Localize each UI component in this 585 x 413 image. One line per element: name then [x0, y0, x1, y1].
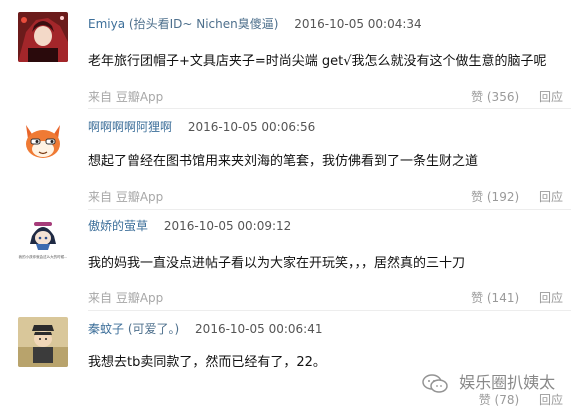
- comment-header: 傲娇的萤草 2016-10-05 00:09:12: [88, 215, 291, 237]
- comment-time: 2016-10-05 00:06:56: [187, 120, 316, 134]
- like-button[interactable]: 赞 (78): [479, 393, 519, 407]
- username[interactable]: Emiya: [88, 17, 125, 31]
- comment-header: 啊啊啊啊阿狸啊 2016-10-05 00:06:56: [88, 116, 315, 138]
- comment-text: 老年旅行团帽子+文具店夹子=时尚尖端 get√我怎么就没有这个做生意的脑子呢: [88, 54, 547, 69]
- watermark: 娱乐圈扒姨太: [422, 372, 555, 394]
- comment-header: Emiya (抬头看ID~ Nichen臭傻逼) 2016-10-05 00:0…: [88, 13, 422, 35]
- avatar[interactable]: [18, 12, 68, 62]
- username[interactable]: 啊啊啊啊阿狸啊: [88, 120, 172, 134]
- chibi-avatar-icon: 我的小孩你就会这么大的时候...: [18, 214, 68, 264]
- anime-avatar-red-icon: [18, 12, 68, 62]
- comment-text: 我想去tb卖同款了，然而已经有了，22。: [88, 355, 326, 370]
- avatar-caption: 我的小孩你就会这么大的时候...: [19, 254, 68, 259]
- avatar[interactable]: [18, 317, 68, 367]
- comment-item: 啊啊啊啊阿狸啊 2016-10-05 00:06:56 想起了曾经在图书馆用来夹…: [0, 101, 585, 204]
- user-note: (抬头看ID~ Nichen臭傻逼): [128, 17, 279, 31]
- user-note: (可爱了。): [127, 322, 180, 336]
- comment-time: 2016-10-05 00:09:12: [163, 219, 292, 233]
- comment-text: 想起了曾经在图书馆用来夹刘海的笔套，我仿佛看到了一条生财之道: [88, 154, 479, 169]
- comment-header: 秦蚊子 (可爱了。) 2016-10-05 00:06:41: [88, 318, 323, 340]
- comment-item: 我的小孩你就会这么大的时候... 傲娇的萤草 2016-10-05 00:09:…: [0, 202, 585, 305]
- cartoon-avatar-icon: [18, 317, 68, 367]
- watermark-text: 娱乐圈扒姨太: [459, 373, 556, 392]
- comment-text: 我的妈我一直没点进帖子看以为大家在开玩笑，，，居然真的三十刀: [88, 256, 466, 271]
- username[interactable]: 秦蚊子: [88, 322, 124, 336]
- comment-time: 2016-10-05 00:04:34: [294, 17, 422, 31]
- fox-avatar-icon: [18, 115, 68, 165]
- avatar[interactable]: 我的小孩你就会这么大的时候...: [18, 214, 68, 264]
- comment-time: 2016-10-05 00:06:41: [195, 322, 323, 336]
- username[interactable]: 傲娇的萤草: [88, 219, 148, 233]
- reply-button[interactable]: 回应: [539, 393, 563, 407]
- avatar[interactable]: [18, 115, 68, 165]
- comment-item: Emiya (抬头看ID~ Nichen臭傻逼) 2016-10-05 00:0…: [0, 0, 585, 104]
- wechat-logo-icon: [422, 373, 448, 393]
